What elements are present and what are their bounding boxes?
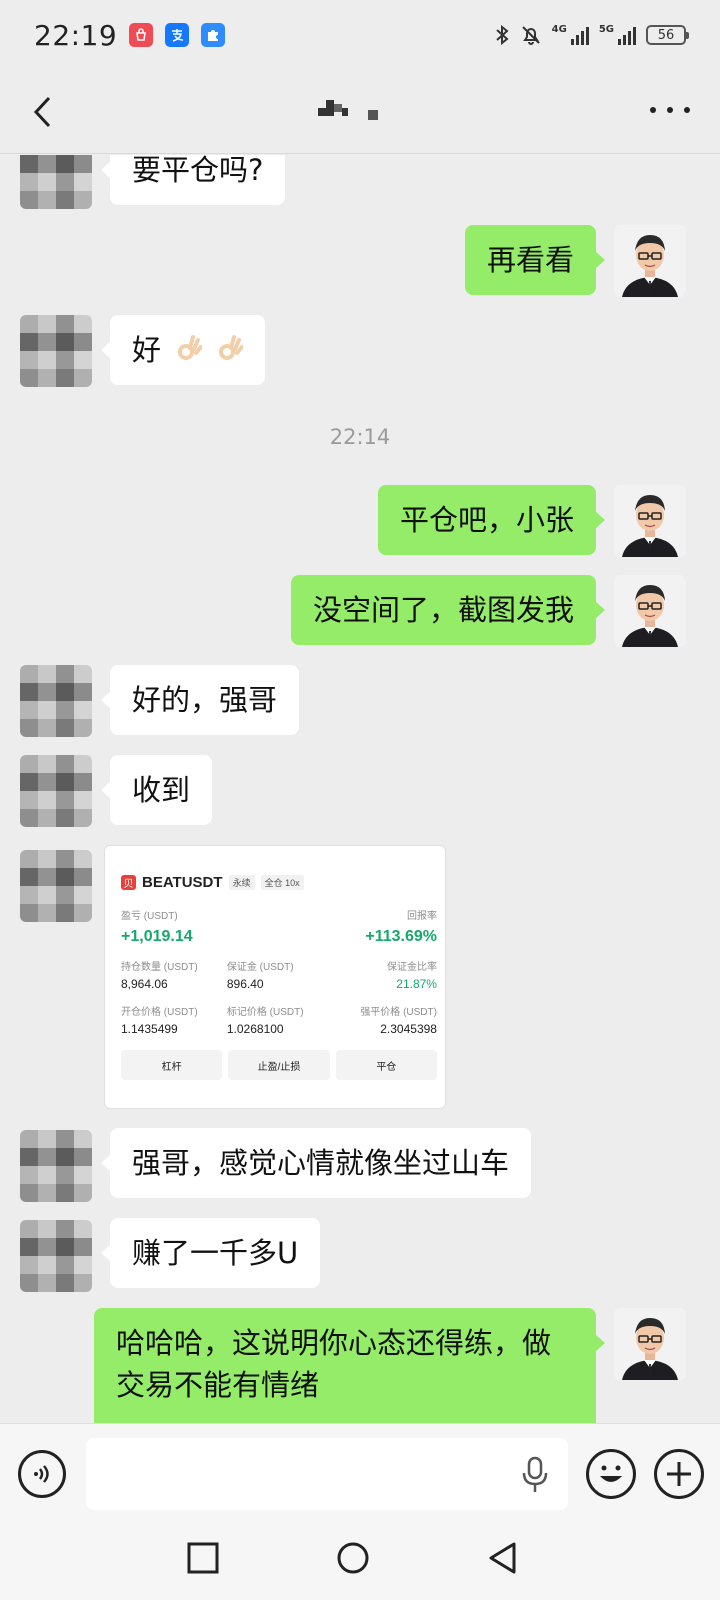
image-message-trade-screenshot[interactable]: 贝 BEATUSDT 永续 全仓 10x 盈亏 (USDT) +1,019.14… [104, 845, 446, 1109]
trade-header: 贝 BEATUSDT 永续 全仓 10x [121, 874, 437, 891]
voice-toggle-button[interactable] [18, 1450, 66, 1498]
status-time: 22:19 [34, 18, 118, 52]
ok-hand-emoji-icon [178, 335, 203, 360]
recent-apps-button[interactable] [186, 1541, 220, 1575]
message-timestamp: 22:14 [329, 425, 391, 449]
margin-label: 保证金 (USDT) [226, 962, 294, 973]
more-functions-button[interactable] [654, 1449, 704, 1499]
home-button[interactable] [336, 1541, 370, 1575]
exchange-logo-icon: 贝 [121, 875, 136, 890]
chevron-left-icon [33, 96, 51, 128]
margin-value: 896.40 [226, 977, 264, 991]
margin-mode-tag: 全仓 10x [260, 875, 304, 890]
my-avatar[interactable] [614, 575, 686, 647]
ok-hand-emoji-icon [219, 335, 244, 360]
outgoing-message[interactable]: 再看看 [464, 225, 606, 295]
leverage-button: 杠杆 [121, 1050, 223, 1080]
contact-name-pixelated [318, 100, 398, 120]
alipay-icon [165, 23, 190, 47]
incoming-message[interactable]: 赚了一千多U [100, 1218, 321, 1288]
my-avatar[interactable] [614, 225, 686, 297]
outgoing-message[interactable]: 平仓吧，小张 [377, 485, 606, 555]
size-value: 8,964.06 [121, 977, 168, 991]
margin-ratio-label: 保证金比率 [386, 962, 437, 973]
mute-bell-icon [521, 26, 540, 45]
message-input[interactable] [86, 1438, 568, 1510]
contact-avatar[interactable] [20, 315, 92, 387]
my-avatar[interactable] [614, 485, 686, 557]
bluetooth-icon [495, 24, 509, 46]
liq-price-value: 2.3045398 [380, 1022, 437, 1036]
tpsl-button: 止盈/止损 [228, 1050, 330, 1080]
entry-price-value: 1.1435499 [121, 1022, 178, 1036]
perp-tag: 永续 [228, 875, 255, 890]
system-navigation-bar [0, 1525, 720, 1600]
liq-price-label: 强平价格 (USDT) [360, 1007, 437, 1018]
contact-avatar[interactable] [20, 755, 92, 827]
trade-symbol: BEATUSDT [142, 874, 223, 891]
emoji-icon [600, 1465, 622, 1482]
mark-price-label: 标记价格 (USDT) [226, 1007, 304, 1018]
contact-avatar[interactable] [20, 1220, 92, 1292]
incoming-message[interactable]: 收到 [100, 755, 213, 825]
outgoing-message[interactable]: 没空间了，截图发我 [290, 575, 606, 645]
back-nav-button[interactable] [486, 1541, 520, 1575]
contact-avatar[interactable] [20, 1130, 92, 1202]
plus-icon [667, 1462, 691, 1486]
chat-header [0, 70, 720, 154]
signal-5g-icon: 5G [599, 25, 636, 45]
incoming-message[interactable]: 强哥，感觉心情就像坐过山车 [100, 1128, 532, 1198]
more-dots-icon [650, 107, 656, 113]
close-position-button: 平仓 [335, 1050, 437, 1080]
signal-4g-icon: 4G [552, 25, 589, 45]
contact-avatar[interactable] [20, 155, 92, 209]
shopping-app-icon [129, 23, 154, 47]
roi-value: +113.69% [365, 928, 437, 945]
roi-label: 回报率 [407, 911, 437, 922]
incoming-message[interactable]: 好的，强哥 [100, 665, 300, 735]
outgoing-message[interactable]: 哈哈哈，这说明你心态还得练，做交易不能有情绪 [94, 1308, 605, 1423]
incoming-message[interactable]: 要平仓吗? [100, 155, 286, 205]
puzzle-app-icon [201, 23, 226, 47]
incoming-message[interactable]: 好 [100, 315, 266, 385]
pnl-value: +1,019.14 [121, 928, 193, 945]
contact-avatar[interactable] [20, 850, 92, 922]
back-button[interactable] [22, 92, 62, 132]
voice-icon [34, 1465, 49, 1483]
chat-messages[interactable]: 要平仓吗? 再看看 好 22:14 平仓吧，小张 没空间了，截图发我 好的，强哥… [0, 155, 720, 1423]
battery-icon: 56 [646, 25, 689, 45]
status-bar: 22:19 4G 5G 56 [0, 0, 720, 70]
pnl-label: 盈亏 (USDT) [121, 911, 178, 922]
mark-price-value: 1.0268100 [226, 1022, 284, 1036]
margin-ratio-value: 21.87% [396, 977, 437, 991]
more-button[interactable] [650, 100, 690, 120]
microphone-button[interactable] [520, 1456, 550, 1494]
microphone-icon [522, 1456, 548, 1492]
contact-avatar[interactable] [20, 665, 92, 737]
entry-price-label: 开仓价格 (USDT) [121, 1007, 198, 1018]
size-label: 持仓数量 (USDT) [121, 962, 198, 973]
emoji-button[interactable] [586, 1449, 636, 1499]
input-bar [0, 1423, 720, 1525]
status-icons: 4G 5G 56 [494, 24, 689, 46]
my-avatar[interactable] [614, 1308, 686, 1380]
